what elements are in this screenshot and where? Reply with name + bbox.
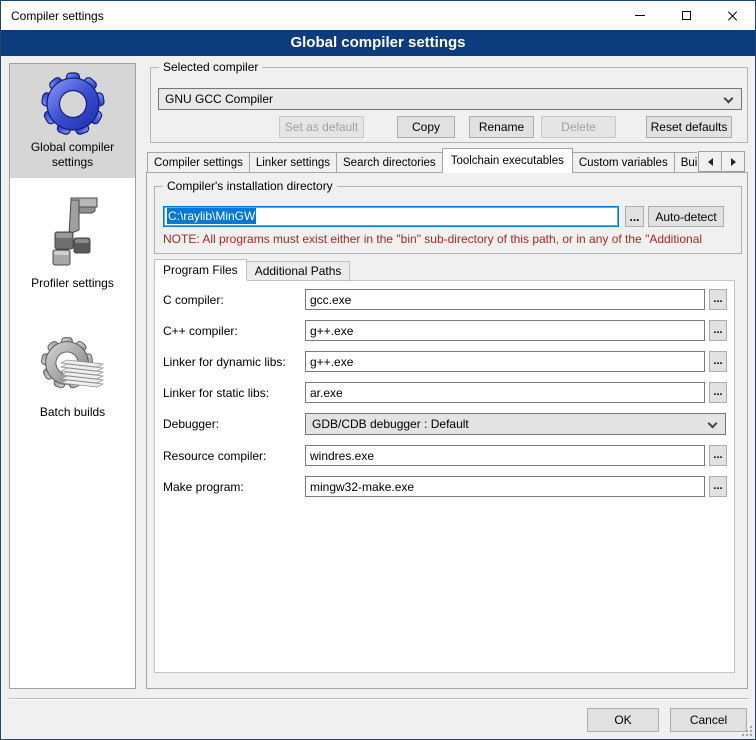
sidebar-item-global-compiler-settings[interactable]: Global compiler settings	[10, 64, 135, 178]
delete-button[interactable]: Delete	[541, 116, 616, 138]
dynamic-libs-linker-input[interactable]	[305, 351, 705, 372]
caliper-icon	[41, 196, 105, 272]
debugger-label: Debugger:	[163, 417, 219, 431]
set-as-default-button[interactable]: Set as default	[279, 116, 364, 138]
window-title: Compiler settings	[1, 9, 104, 23]
cpp-compiler-browse-button[interactable]: ...	[709, 320, 727, 341]
copy-button[interactable]: Copy	[397, 116, 455, 138]
c-compiler-label: C compiler:	[163, 293, 224, 307]
ok-button[interactable]: OK	[587, 708, 659, 732]
static-libs-linker-label: Linker for static libs:	[163, 386, 269, 400]
maximize-icon	[682, 11, 691, 20]
field-row-cpp-compiler: C++ compiler:...	[155, 320, 734, 343]
program-files-tabstrip: Program Files Additional Paths	[154, 259, 349, 281]
cancel-button[interactable]: Cancel	[670, 708, 747, 732]
debugger-selected-value: GDB/CDB debugger : Default	[312, 414, 703, 435]
debugger-select[interactable]: GDB/CDB debugger : Default	[305, 413, 726, 435]
resource-compiler-label: Resource compiler:	[163, 449, 266, 463]
c-compiler-browse-button[interactable]: ...	[709, 289, 727, 310]
resource-compiler-browse-button[interactable]: ...	[709, 445, 727, 466]
close-button[interactable]	[709, 1, 755, 30]
tab-compiler-settings[interactable]: Compiler settings	[147, 152, 250, 173]
minimize-button[interactable]	[617, 1, 663, 30]
arrow-left-icon	[704, 158, 713, 166]
reset-defaults-button[interactable]: Reset defaults	[646, 116, 732, 138]
arrow-right-icon	[731, 158, 740, 166]
install-dir-selected-text: C:\raylib\MinGW	[167, 208, 256, 224]
sidebar-item-label: Profiler settings	[12, 276, 133, 291]
footer-separator	[9, 698, 749, 700]
make-program-browse-button[interactable]: ...	[709, 476, 727, 497]
program-files-page: C compiler:...C++ compiler:...Linker for…	[154, 280, 735, 673]
installation-directory-group: Compiler's installation directory C:\ray…	[154, 186, 742, 254]
tab-scroll-arrows	[699, 151, 745, 172]
compiler-selected-value: GNU GCC Compiler	[165, 89, 719, 109]
cpp-compiler-input[interactable]	[305, 320, 705, 341]
install-dir-note: NOTE: All programs must exist either in …	[163, 232, 739, 246]
dialog-header: Global compiler settings	[1, 30, 755, 56]
sidebar-item-profiler-settings[interactable]: Profiler settings	[10, 188, 135, 299]
cpp-compiler-label: C++ compiler:	[163, 324, 238, 338]
install-dir-browse-button[interactable]: ...	[625, 206, 644, 227]
static-libs-linker-browse-button[interactable]: ...	[709, 382, 727, 403]
tab-scroll-right-button[interactable]	[721, 151, 745, 172]
caption-buttons	[617, 1, 755, 30]
subtab-additional-paths[interactable]: Additional Paths	[246, 261, 351, 281]
field-row-c-compiler: C compiler:...	[155, 289, 734, 312]
main-tabstrip: Compiler settingsLinker settingsSearch d…	[147, 148, 697, 173]
tab-toolchain-executables[interactable]: Toolchain executables	[442, 148, 573, 173]
compiler-settings-dialog: Compiler settings Global compiler settin…	[0, 0, 756, 740]
field-row-static-libs-linker: Linker for static libs:...	[155, 382, 734, 405]
installation-directory-group-title: Compiler's installation directory	[163, 179, 337, 193]
sidebar-item-label: Global compiler settings	[12, 140, 133, 170]
gear-icon	[41, 72, 105, 136]
toolchain-executables-page: Compiler's installation directory C:\ray…	[146, 172, 748, 689]
field-row-dynamic-libs-linker: Linker for dynamic libs:...	[155, 351, 734, 374]
chevron-down-icon	[708, 419, 718, 429]
tab-linker-settings[interactable]: Linker settings	[249, 152, 337, 173]
tab-custom-variables[interactable]: Custom variables	[572, 152, 675, 173]
field-row-make-program: Make program:...	[155, 476, 734, 499]
make-program-input[interactable]	[305, 476, 705, 497]
tab-build[interactable]: Build	[674, 152, 697, 173]
minimize-icon	[635, 15, 645, 16]
static-libs-linker-input[interactable]	[305, 382, 705, 403]
field-row-resource-compiler: Resource compiler:...	[155, 445, 734, 468]
sidebar-item-label: Batch builds	[12, 405, 133, 420]
chevron-down-icon	[724, 94, 734, 104]
resource-compiler-input[interactable]	[305, 445, 705, 466]
settings-category-list: Global compiler settings Profiler settin…	[9, 63, 136, 689]
dynamic-libs-linker-label: Linker for dynamic libs:	[163, 355, 286, 369]
tab-scroll-left-button[interactable]	[698, 151, 722, 172]
c-compiler-input[interactable]	[305, 289, 705, 310]
selected-compiler-group: Selected compiler GNU GCC Compiler Set a…	[150, 67, 748, 143]
rename-button[interactable]: Rename	[469, 116, 534, 138]
resize-grip[interactable]	[741, 725, 753, 737]
dynamic-libs-linker-browse-button[interactable]: ...	[709, 351, 727, 372]
selected-compiler-group-title: Selected compiler	[159, 60, 262, 74]
close-icon	[727, 10, 738, 21]
tab-search-directories[interactable]: Search directories	[336, 152, 443, 173]
field-row-debugger: Debugger: GDB/CDB debugger : Default	[155, 413, 734, 436]
install-dir-input[interactable]: C:\raylib\MinGW	[163, 206, 619, 227]
autodetect-button[interactable]: Auto-detect	[648, 206, 724, 227]
sidebar-item-batch-builds[interactable]: Batch builds	[10, 325, 135, 428]
batch-builds-icon	[41, 333, 105, 401]
make-program-label: Make program:	[163, 480, 244, 494]
titlebar: Compiler settings	[1, 1, 755, 30]
subtab-program-files[interactable]: Program Files	[154, 259, 247, 281]
maximize-button[interactable]	[663, 1, 709, 30]
compiler-select[interactable]: GNU GCC Compiler	[158, 88, 742, 110]
